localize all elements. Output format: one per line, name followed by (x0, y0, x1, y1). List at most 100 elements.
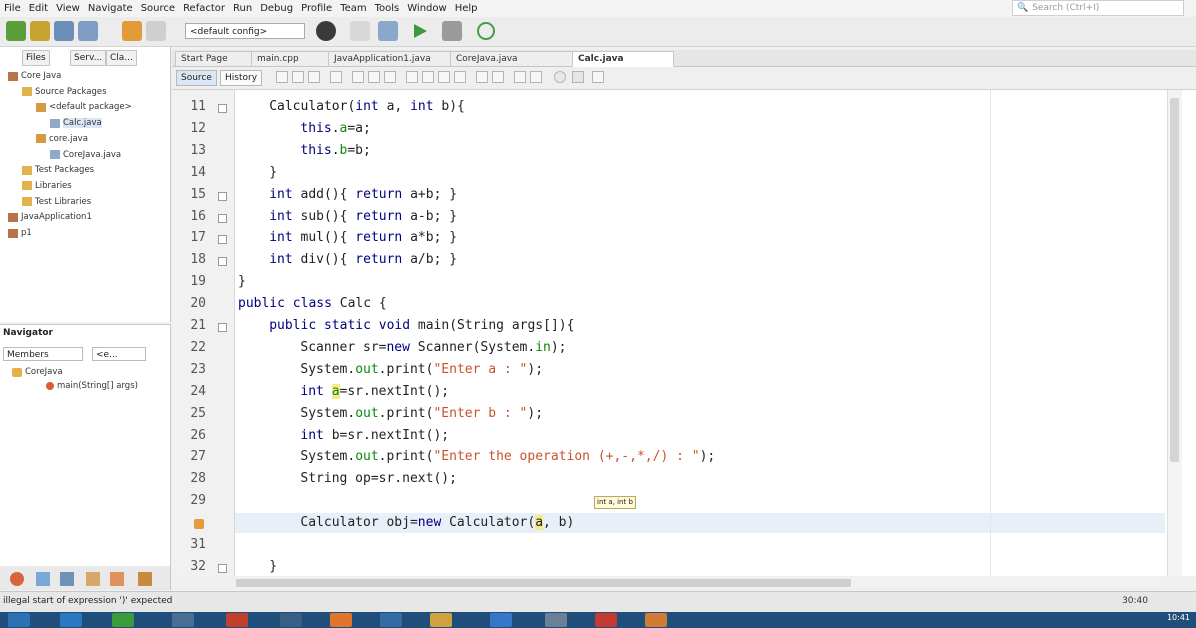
tree-item[interactable]: JavaApplication1 (8, 212, 92, 222)
fold-toggle-icon[interactable] (218, 257, 227, 267)
bookmark-previous-icon[interactable] (422, 71, 434, 83)
tree-item[interactable]: Calc.java (50, 118, 102, 129)
fold-toggle-icon[interactable] (218, 213, 227, 223)
tab-corejava[interactable]: CoreJava.java (450, 51, 582, 67)
menu-item-file[interactable]: File (0, 3, 25, 14)
redo-icon[interactable] (146, 21, 166, 41)
new-file-icon[interactable] (6, 21, 26, 41)
debug-icon[interactable] (442, 21, 462, 41)
menu-item-team[interactable]: Team (336, 3, 370, 14)
window-icon[interactable] (60, 572, 74, 586)
output-icon[interactable] (10, 572, 24, 586)
vertical-scrollbar[interactable] (1167, 90, 1182, 576)
horizontal-scrollbar[interactable] (236, 578, 1166, 588)
shift-right-icon[interactable] (492, 71, 504, 83)
app-icon[interactable] (645, 613, 667, 627)
forward-icon[interactable] (308, 71, 320, 83)
history-button[interactable]: History (220, 70, 263, 86)
tab-services[interactable]: Serv... (70, 50, 107, 66)
hint-bulb-icon[interactable] (194, 519, 204, 530)
tab-main-cpp[interactable]: main.cpp (251, 51, 338, 67)
find-selection-icon[interactable] (384, 71, 396, 83)
find-next-icon[interactable] (368, 71, 380, 83)
tab-start-page[interactable]: Start Page (175, 51, 261, 67)
window-icon[interactable] (36, 572, 50, 586)
scroll-thumb[interactable] (1170, 98, 1179, 462)
menu-item-window[interactable]: Window (403, 3, 450, 14)
task-icon[interactable] (86, 572, 100, 586)
app-icon[interactable] (380, 613, 402, 627)
members-select[interactable]: Members (3, 347, 83, 361)
start-icon[interactable] (8, 613, 30, 627)
open-project-icon[interactable] (54, 21, 74, 41)
back-icon[interactable] (292, 71, 304, 83)
record-macro-icon[interactable] (554, 71, 566, 83)
tree-item[interactable]: p1 (8, 228, 32, 238)
uncomment-icon[interactable] (530, 71, 542, 83)
tab-files[interactable]: Files (22, 50, 50, 66)
chrome-icon[interactable] (112, 613, 134, 627)
app-icon[interactable] (172, 613, 194, 627)
firefox-icon[interactable] (330, 613, 352, 627)
browser-icon[interactable] (60, 613, 82, 627)
build-project-icon[interactable] (378, 21, 398, 41)
fold-toggle-icon[interactable] (218, 563, 227, 573)
menu-item-view[interactable]: View (52, 3, 84, 14)
tab-calc-java[interactable]: Calc.java (572, 51, 674, 67)
app-icon[interactable] (595, 613, 617, 627)
search-input[interactable]: 🔍 Search (Ctrl+I) (1012, 0, 1184, 16)
nav-item-class[interactable]: CoreJava (12, 367, 63, 377)
find-previous-icon[interactable] (352, 71, 364, 83)
fold-toggle-icon[interactable] (218, 191, 227, 201)
code-editor[interactable]: 11 12 13 14 15 16 17 18 19 20 21 22 23 24 25 26 27 28 29 31… (172, 90, 1196, 588)
save-all-icon[interactable] (78, 21, 98, 41)
clean-build-icon[interactable] (350, 21, 370, 41)
tree-item[interactable]: Core Java (8, 71, 61, 81)
menu-item-source[interactable]: Source (137, 3, 179, 14)
new-project-icon[interactable] (30, 21, 50, 41)
stop-macro-icon[interactable] (572, 71, 584, 83)
undo-icon[interactable] (122, 21, 142, 41)
folder-icon[interactable] (430, 613, 452, 627)
tree-item[interactable]: Test Libraries (22, 197, 91, 207)
menu-item-edit[interactable]: Edit (25, 3, 52, 14)
menu-item-profile[interactable]: Profile (297, 3, 336, 14)
tree-item[interactable]: CoreJava.java (50, 150, 121, 160)
menu-item-navigate[interactable]: Navigate (84, 3, 137, 14)
source-button[interactable]: Source (176, 70, 217, 86)
shift-left-icon[interactable] (476, 71, 488, 83)
config-select[interactable]: <default config> (185, 23, 305, 39)
scroll-thumb[interactable] (236, 579, 851, 587)
search-icon[interactable] (330, 71, 342, 83)
nav-item-method[interactable]: main(String[] args) (46, 381, 138, 391)
menu-item-debug[interactable]: Debug (256, 3, 297, 14)
last-edit-icon[interactable] (276, 71, 288, 83)
comment-icon[interactable] (514, 71, 526, 83)
folder-icon[interactable] (138, 572, 152, 586)
menu-item-help[interactable]: Help (451, 3, 482, 14)
toggle-highlight-icon[interactable] (406, 71, 418, 83)
bookmark-icon[interactable] (454, 71, 466, 83)
menu-item-run[interactable]: Run (229, 3, 256, 14)
hp-icon[interactable] (280, 613, 302, 627)
tree-item[interactable]: core.java (36, 134, 88, 144)
app-icon[interactable] (545, 613, 567, 627)
tree-item[interactable]: Source Packages (22, 87, 107, 97)
app-icon[interactable] (226, 613, 248, 627)
fold-toggle-icon[interactable] (218, 323, 227, 332)
tab-classes[interactable]: Cla... (106, 50, 137, 66)
run-icon[interactable] (410, 21, 430, 41)
tree-item[interactable]: <default package> (36, 102, 132, 112)
menu-item-refactor[interactable]: Refactor (179, 3, 229, 14)
app-icon[interactable] (490, 613, 512, 627)
tree-item[interactable]: Libraries (22, 181, 72, 191)
bookmark-next-icon[interactable] (438, 71, 450, 83)
menu-item-tools[interactable]: Tools (371, 3, 404, 14)
tree-item[interactable]: Test Packages (22, 165, 94, 175)
diff-icon[interactable] (592, 71, 604, 83)
fold-toggle-icon[interactable] (218, 104, 227, 113)
build-icon[interactable] (316, 21, 336, 41)
tab-javaapplication1[interactable]: JavaApplication1.java (328, 51, 460, 67)
filter-select[interactable]: <e... (92, 347, 146, 361)
task-icon[interactable] (110, 572, 124, 586)
